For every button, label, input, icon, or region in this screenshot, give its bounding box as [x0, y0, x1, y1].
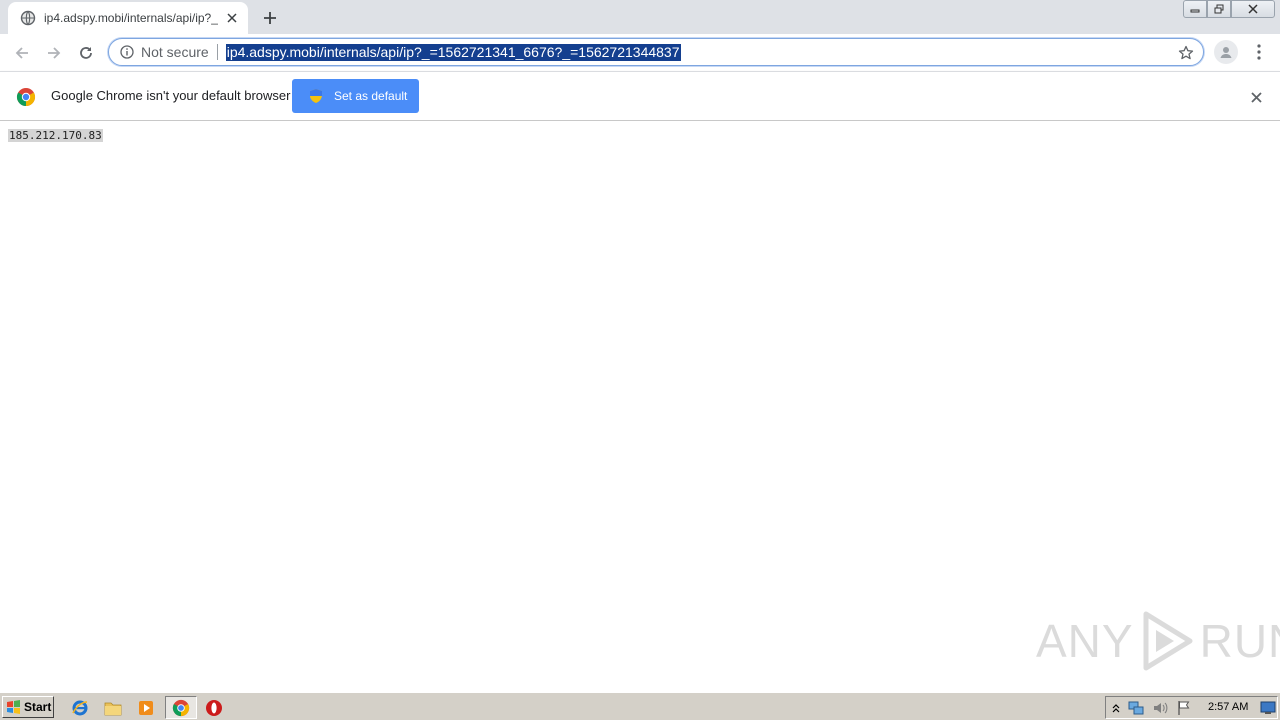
globe-icon — [20, 10, 36, 26]
restore-button[interactable] — [1207, 0, 1231, 18]
default-browser-infobar: Google Chrome isn't your default browser… — [0, 71, 1280, 121]
tab-strip: ip4.adspy.mobi/internals/api/ip?_=156272… — [0, 0, 1280, 34]
bookmark-star-icon[interactable] — [1177, 44, 1195, 62]
taskbar: Start 2:57 AM — [0, 692, 1280, 720]
info-icon[interactable] — [119, 44, 135, 60]
close-infobar-icon[interactable] — [1248, 89, 1264, 105]
watermark-text-left: ANY — [1036, 615, 1134, 667]
start-label: Start — [24, 700, 52, 714]
folder-icon[interactable] — [103, 698, 123, 718]
watermark-text-right: RUN — [1199, 615, 1280, 667]
minimize-icon — [1190, 9, 1200, 13]
arrow-left-icon — [15, 47, 28, 59]
reload-button[interactable] — [72, 39, 100, 67]
infobar-message: Google Chrome isn't your default browser — [51, 88, 291, 103]
ip-address-text: 185.212.170.83 — [8, 129, 103, 142]
close-icon — [1248, 4, 1258, 14]
show-hidden-icons-icon[interactable] — [1108, 700, 1124, 716]
show-desktop-icon[interactable] — [1260, 700, 1276, 716]
omnibox-divider — [216, 44, 218, 60]
action-center-flag-icon[interactable] — [1176, 700, 1192, 716]
arrow-right-icon — [48, 47, 61, 59]
start-button[interactable]: Start — [2, 696, 54, 718]
address-bar[interactable]: Not secure ip4.adspy.mobi/internals/api/… — [108, 38, 1204, 66]
uac-shield-icon — [310, 89, 322, 103]
minimize-button[interactable] — [1183, 0, 1207, 18]
internet-explorer-icon[interactable] — [70, 698, 90, 718]
media-player-icon[interactable] — [136, 698, 156, 718]
browser-toolbar: Not secure ip4.adspy.mobi/internals/api/… — [0, 34, 1280, 71]
url-text[interactable]: ip4.adspy.mobi/internals/api/ip?_=156272… — [225, 43, 681, 61]
taskbar-clock[interactable]: 2:57 AM — [1208, 701, 1248, 713]
anyrun-watermark: ANY RUN — [1036, 608, 1280, 674]
set-as-default-button[interactable]: Set as default — [292, 79, 419, 113]
network-icon[interactable] — [1128, 700, 1144, 716]
page-content: 185.212.170.83 — [0, 121, 1280, 692]
play-logo-icon — [1143, 611, 1193, 671]
back-button[interactable] — [8, 39, 36, 67]
forward-button[interactable] — [40, 39, 68, 67]
tab-title: ip4.adspy.mobi/internals/api/ip?_=156272… — [44, 11, 218, 25]
plus-icon — [264, 12, 276, 24]
browser-tab[interactable]: ip4.adspy.mobi/internals/api/ip?_=156272… — [8, 2, 248, 34]
set-as-default-label: Set as default — [334, 89, 408, 103]
close-window-button[interactable] — [1231, 0, 1275, 18]
security-label[interactable]: Not secure — [141, 44, 209, 60]
windows-flag-icon — [7, 700, 20, 714]
chrome-icon[interactable] — [171, 698, 191, 718]
close-tab-icon[interactable] — [224, 10, 240, 26]
volume-icon[interactable] — [1152, 700, 1168, 716]
profile-avatar-icon[interactable] — [1214, 40, 1238, 64]
new-tab-button[interactable] — [258, 6, 282, 30]
chrome-logo-icon — [16, 88, 36, 106]
kebab-menu-icon[interactable] — [1250, 40, 1268, 64]
opera-icon[interactable] — [204, 698, 224, 718]
restore-icon — [1214, 4, 1224, 14]
reload-icon — [80, 47, 92, 59]
